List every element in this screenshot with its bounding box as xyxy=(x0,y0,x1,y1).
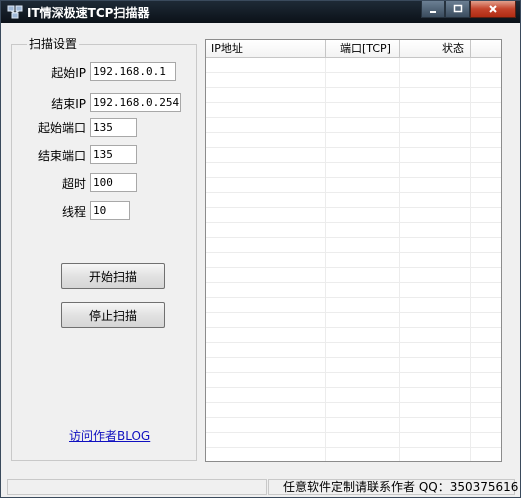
client-area: 扫描设置 起始IP 192.168.0.1 结束IP 192.168.0.254… xyxy=(5,23,518,495)
scan-settings-title: 扫描设置 xyxy=(27,35,80,52)
results-header: IP地址 端口[TCP] 状态 xyxy=(206,40,501,58)
minimize-button[interactable] xyxy=(421,1,445,18)
close-button[interactable] xyxy=(470,1,516,18)
timeout-field[interactable]: 100 xyxy=(90,173,137,192)
app-network-icon xyxy=(7,5,23,19)
start-port-label: 起始端口 xyxy=(37,121,86,135)
results-rows xyxy=(206,58,501,461)
column-header-status[interactable]: 状态 xyxy=(400,40,471,57)
start-ip-label: 起始IP xyxy=(51,66,86,80)
column-header-port[interactable]: 端口[TCP] xyxy=(326,40,400,57)
end-ip-label: 结束IP xyxy=(51,97,86,111)
maximize-button[interactable] xyxy=(445,1,470,18)
threads-field[interactable]: 10 xyxy=(90,201,130,220)
minimize-icon xyxy=(430,11,436,13)
threads-label: 线程 xyxy=(61,205,86,219)
status-bar: 任意软件定制请联系作者 QQ：350375616 xyxy=(5,479,518,495)
window-title: IT情深极速TCP扫描器 xyxy=(27,6,150,20)
column-header-ip[interactable]: IP地址 xyxy=(206,40,326,57)
title-bar[interactable]: IT情深极速TCP扫描器 xyxy=(1,1,520,23)
end-ip-field[interactable]: 192.168.0.254 xyxy=(90,93,181,112)
stop-scan-button[interactable]: 停止扫描 xyxy=(61,302,165,328)
status-pane-empty xyxy=(7,479,267,495)
results-list[interactable]: IP地址 端口[TCP] 状态 xyxy=(205,39,502,462)
end-port-field[interactable]: 135 xyxy=(90,145,137,164)
visit-author-blog-link[interactable]: 访问作者BLOG xyxy=(69,427,150,444)
main-window: IT情深极速TCP扫描器 扫描设置 起始IP 192.168.0.1 结束IP … xyxy=(0,0,521,498)
status-message: 任意软件定制请联系作者 QQ：350375616 xyxy=(268,479,518,495)
start-scan-button[interactable]: 开始扫描 xyxy=(61,263,165,289)
start-ip-field[interactable]: 192.168.0.1 xyxy=(90,62,176,81)
end-port-label: 结束端口 xyxy=(37,149,86,163)
maximize-icon xyxy=(453,4,462,13)
start-port-field[interactable]: 135 xyxy=(90,118,137,137)
close-icon xyxy=(489,5,497,13)
timeout-label: 超时 xyxy=(61,177,86,191)
